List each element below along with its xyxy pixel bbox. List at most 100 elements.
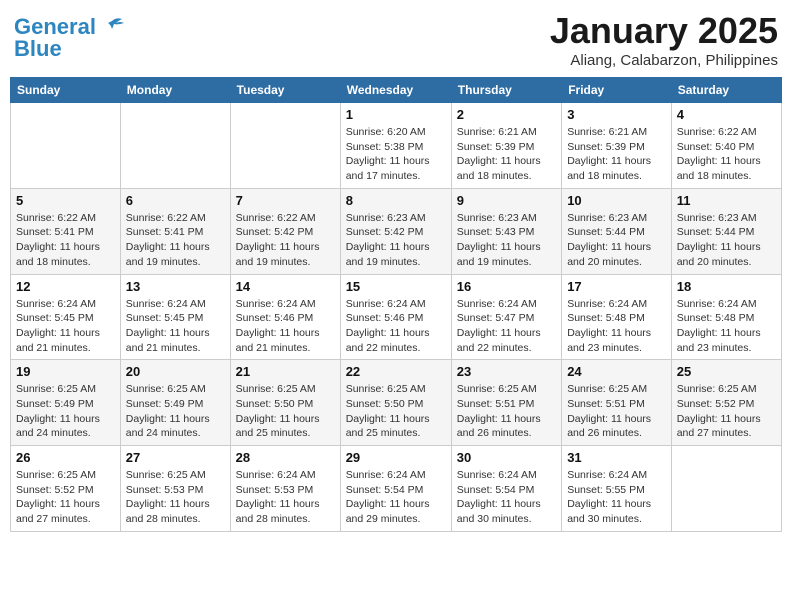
day-info: Sunrise: 6:24 AMSunset: 5:55 PMDaylight:… [567,468,666,527]
day-number: 20 [126,364,225,379]
weekday-header: Friday [562,78,672,103]
calendar-day-cell: 14 Sunrise: 6:24 AMSunset: 5:46 PMDayligh… [230,274,340,360]
calendar-day-cell: 21 Sunrise: 6:25 AMSunset: 5:50 PMDayligh… [230,360,340,446]
day-number: 1 [346,107,446,122]
calendar-day-cell: 5 Sunrise: 6:22 AMSunset: 5:41 PMDaylight… [11,188,121,274]
day-number: 13 [126,279,225,294]
month-title: January 2025 [550,10,778,52]
day-number: 15 [346,279,446,294]
day-number: 28 [236,450,335,465]
day-info: Sunrise: 6:24 AMSunset: 5:54 PMDaylight:… [457,468,556,527]
day-info: Sunrise: 6:25 AMSunset: 5:52 PMDaylight:… [677,382,776,441]
calendar-day-cell: 2 Sunrise: 6:21 AMSunset: 5:39 PMDaylight… [451,103,561,189]
day-number: 22 [346,364,446,379]
day-number: 4 [677,107,776,122]
day-info: Sunrise: 6:25 AMSunset: 5:53 PMDaylight:… [126,468,225,527]
day-info: Sunrise: 6:25 AMSunset: 5:52 PMDaylight:… [16,468,115,527]
weekday-header: Tuesday [230,78,340,103]
day-number: 2 [457,107,556,122]
calendar-week-row: 26 Sunrise: 6:25 AMSunset: 5:52 PMDayligh… [11,446,782,532]
day-info: Sunrise: 6:24 AMSunset: 5:47 PMDaylight:… [457,297,556,356]
day-info: Sunrise: 6:24 AMSunset: 5:46 PMDaylight:… [346,297,446,356]
calendar-day-cell: 17Sunrise: 6:24 AMSunset: 5:48 PMDayligh… [562,274,672,360]
day-info: Sunrise: 6:25 AMSunset: 5:51 PMDaylight:… [457,382,556,441]
day-number: 6 [126,193,225,208]
day-info: Sunrise: 6:23 AMSunset: 5:43 PMDaylight:… [457,211,556,270]
day-info: Sunrise: 6:25 AMSunset: 5:49 PMDaylight:… [126,382,225,441]
day-number: 25 [677,364,776,379]
day-number: 7 [236,193,335,208]
location-subtitle: Aliang, Calabarzon, Philippines [550,52,778,69]
calendar-day-cell: 12Sunrise: 6:24 AMSunset: 5:45 PMDayligh… [11,274,121,360]
day-info: Sunrise: 6:24 AMSunset: 5:46 PMDaylight:… [236,297,335,356]
day-number: 14 [236,279,335,294]
weekday-header: Sunday [11,78,121,103]
calendar-day-cell: 27 Sunrise: 6:25 AMSunset: 5:53 PMDayligh… [120,446,230,532]
day-number: 30 [457,450,556,465]
calendar-day-cell: 28 Sunrise: 6:24 AMSunset: 5:53 PMDayligh… [230,446,340,532]
calendar-day-cell: 11Sunrise: 6:23 AMSunset: 5:44 PMDayligh… [671,188,781,274]
day-info: Sunrise: 6:25 AMSunset: 5:49 PMDaylight:… [16,382,115,441]
day-info: Sunrise: 6:24 AMSunset: 5:45 PMDaylight:… [126,297,225,356]
calendar-day-cell: 9 Sunrise: 6:23 AMSunset: 5:43 PMDaylight… [451,188,561,274]
day-number: 31 [567,450,666,465]
day-number: 5 [16,193,115,208]
calendar-day-cell: 4 Sunrise: 6:22 AMSunset: 5:40 PMDaylight… [671,103,781,189]
empty-cell [11,103,121,189]
day-info: Sunrise: 6:22 AMSunset: 5:41 PMDaylight:… [16,211,115,270]
day-number: 10 [567,193,666,208]
calendar-day-cell: 23 Sunrise: 6:25 AMSunset: 5:51 PMDayligh… [451,360,561,446]
page-header: GeneralBlue January 2025 Aliang, Calabar… [10,10,782,69]
calendar-day-cell: 29Sunrise: 6:24 AMSunset: 5:54 PMDayligh… [340,446,451,532]
calendar-day-cell: 24Sunrise: 6:25 AMSunset: 5:51 PMDayligh… [562,360,672,446]
calendar-day-cell: 20 Sunrise: 6:25 AMSunset: 5:49 PMDayligh… [120,360,230,446]
day-info: Sunrise: 6:25 AMSunset: 5:50 PMDaylight:… [236,382,335,441]
calendar-day-cell: 26 Sunrise: 6:25 AMSunset: 5:52 PMDayligh… [11,446,121,532]
empty-cell [230,103,340,189]
day-info: Sunrise: 6:24 AMSunset: 5:45 PMDaylight:… [16,297,115,356]
calendar-day-cell: 25 Sunrise: 6:25 AMSunset: 5:52 PMDayligh… [671,360,781,446]
weekday-header-row: SundayMondayTuesdayWednesdayThursdayFrid… [11,78,782,103]
weekday-header: Saturday [671,78,781,103]
weekday-header: Monday [120,78,230,103]
calendar-week-row: 12Sunrise: 6:24 AMSunset: 5:45 PMDayligh… [11,274,782,360]
day-number: 27 [126,450,225,465]
day-number: 18 [677,279,776,294]
logo-text: GeneralBlue [14,16,96,60]
title-area: January 2025 Aliang, Calabarzon, Philipp… [550,10,778,69]
day-info: Sunrise: 6:21 AMSunset: 5:39 PMDaylight:… [567,125,666,184]
calendar-day-cell: 19 Sunrise: 6:25 AMSunset: 5:49 PMDayligh… [11,360,121,446]
calendar-day-cell: 8Sunrise: 6:23 AMSunset: 5:42 PMDaylight… [340,188,451,274]
day-number: 26 [16,450,115,465]
calendar-week-row: 5 Sunrise: 6:22 AMSunset: 5:41 PMDaylight… [11,188,782,274]
day-number: 23 [457,364,556,379]
day-number: 16 [457,279,556,294]
calendar-day-cell: 15 Sunrise: 6:24 AMSunset: 5:46 PMDayligh… [340,274,451,360]
calendar-day-cell: 7 Sunrise: 6:22 AMSunset: 5:42 PMDaylight… [230,188,340,274]
day-info: Sunrise: 6:22 AMSunset: 5:42 PMDaylight:… [236,211,335,270]
day-info: Sunrise: 6:20 AMSunset: 5:38 PMDaylight:… [346,125,446,184]
day-number: 17 [567,279,666,294]
day-number: 11 [677,193,776,208]
day-number: 3 [567,107,666,122]
calendar-day-cell: 31 Sunrise: 6:24 AMSunset: 5:55 PMDayligh… [562,446,672,532]
day-info: Sunrise: 6:24 AMSunset: 5:53 PMDaylight:… [236,468,335,527]
calendar-day-cell: 6 Sunrise: 6:22 AMSunset: 5:41 PMDaylight… [120,188,230,274]
day-info: Sunrise: 6:22 AMSunset: 5:40 PMDaylight:… [677,125,776,184]
calendar-table: SundayMondayTuesdayWednesdayThursdayFrid… [10,77,782,532]
calendar-week-row: 1 Sunrise: 6:20 AMSunset: 5:38 PMDaylight… [11,103,782,189]
day-number: 19 [16,364,115,379]
day-info: Sunrise: 6:25 AMSunset: 5:51 PMDaylight:… [567,382,666,441]
calendar-day-cell: 10Sunrise: 6:23 AMSunset: 5:44 PMDayligh… [562,188,672,274]
day-info: Sunrise: 6:23 AMSunset: 5:42 PMDaylight:… [346,211,446,270]
weekday-header: Thursday [451,78,561,103]
calendar-day-cell: 30 Sunrise: 6:24 AMSunset: 5:54 PMDayligh… [451,446,561,532]
calendar-day-cell: 18Sunrise: 6:24 AMSunset: 5:48 PMDayligh… [671,274,781,360]
day-number: 21 [236,364,335,379]
calendar-day-cell: 3 Sunrise: 6:21 AMSunset: 5:39 PMDaylight… [562,103,672,189]
day-info: Sunrise: 6:21 AMSunset: 5:39 PMDaylight:… [457,125,556,184]
day-number: 9 [457,193,556,208]
day-info: Sunrise: 6:25 AMSunset: 5:50 PMDaylight:… [346,382,446,441]
day-info: Sunrise: 6:22 AMSunset: 5:41 PMDaylight:… [126,211,225,270]
day-number: 29 [346,450,446,465]
